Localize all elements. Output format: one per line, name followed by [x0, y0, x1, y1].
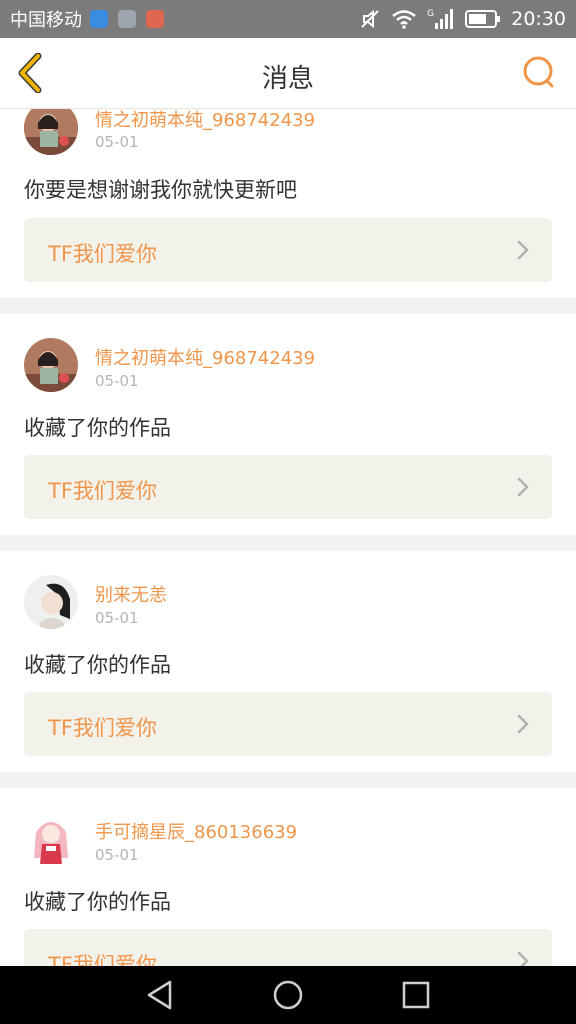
work-title: TF我们爱你: [48, 716, 157, 740]
search-icon: [523, 56, 554, 88]
system-nav-bar: [0, 966, 576, 1024]
list-item: 别来无恙 05-01 收藏了你的作品 TF我们爱你: [0, 551, 576, 772]
avatar[interactable]: [24, 338, 78, 392]
app-blue-icon: [90, 10, 108, 28]
work-link[interactable]: TF我们爱你: [24, 929, 552, 966]
avatar[interactable]: [24, 575, 78, 629]
work-link[interactable]: TF我们爱你: [24, 692, 552, 756]
chevron-right-icon: [517, 240, 529, 260]
search-button[interactable]: [520, 54, 558, 92]
avatar-image: [24, 812, 78, 866]
wifi-icon: [392, 10, 417, 29]
battery-icon: [465, 10, 501, 28]
chevron-right-icon: [517, 477, 529, 497]
separator: [0, 298, 576, 314]
message-text: 收藏了你的作品: [24, 890, 171, 914]
message-list[interactable]: 情之初萌本纯_968742439 05-01 你要是想谢谢我你就快更新吧 TF我…: [0, 108, 576, 966]
list-item: 手可摘星辰_860136639 05-01 收藏了你的作品 TF我们爱你: [0, 788, 576, 966]
status-bar: 中国移动 G 20:30: [0, 0, 576, 38]
nav-back-button[interactable]: [144, 979, 176, 1011]
nav-home-button[interactable]: [272, 979, 304, 1011]
page-title: 消息: [261, 64, 314, 94]
username[interactable]: 情之初萌本纯_968742439: [95, 108, 315, 132]
list-item: 情之初萌本纯_968742439 05-01 收藏了你的作品 TF我们爱你: [0, 314, 576, 535]
work-title: TF我们爱你: [48, 242, 157, 266]
back-triangle-icon: [147, 980, 172, 1010]
message-text: 收藏了你的作品: [24, 416, 171, 440]
clock: 20:30: [511, 8, 566, 30]
separator: [0, 535, 576, 551]
home-circle-icon: [273, 980, 303, 1010]
work-title: TF我们爱你: [48, 479, 157, 503]
message-date: 05-01: [95, 846, 139, 864]
username[interactable]: 别来无恙: [95, 581, 167, 607]
list-item: 情之初萌本纯_968742439 05-01 你要是想谢谢我你就快更新吧 TF我…: [0, 108, 576, 298]
message-text: 收藏了你的作品: [24, 653, 171, 677]
avatar-image: [24, 338, 78, 392]
signal-icon: G: [427, 9, 454, 29]
svg-text:G: G: [427, 9, 434, 19]
nav-recents-button[interactable]: [400, 979, 432, 1011]
gallery-icon: [118, 10, 136, 28]
chevron-right-icon: [517, 714, 529, 734]
avatar[interactable]: [24, 812, 78, 866]
message-date: 05-01: [95, 133, 139, 151]
username[interactable]: 手可摘星辰_860136639: [95, 818, 297, 844]
work-link[interactable]: TF我们爱你: [24, 455, 552, 519]
avatar-image: [24, 575, 78, 629]
message-text: 你要是想谢谢我你就快更新吧: [24, 178, 297, 202]
avatar-image: [24, 108, 78, 155]
chevron-right-icon: [517, 951, 529, 966]
separator: [0, 772, 576, 788]
username[interactable]: 情之初萌本纯_968742439: [95, 344, 315, 370]
avatar[interactable]: [24, 108, 78, 155]
app-header: 消息: [0, 38, 576, 109]
app-red-icon: [146, 10, 164, 28]
recents-square-icon: [402, 981, 430, 1009]
mute-icon: [361, 9, 379, 29]
carrier-name: 中国移动: [10, 10, 82, 31]
work-link[interactable]: TF我们爱你: [24, 218, 552, 282]
work-title: TF我们爱你: [48, 953, 157, 966]
message-date: 05-01: [95, 372, 139, 390]
message-date: 05-01: [95, 609, 139, 627]
